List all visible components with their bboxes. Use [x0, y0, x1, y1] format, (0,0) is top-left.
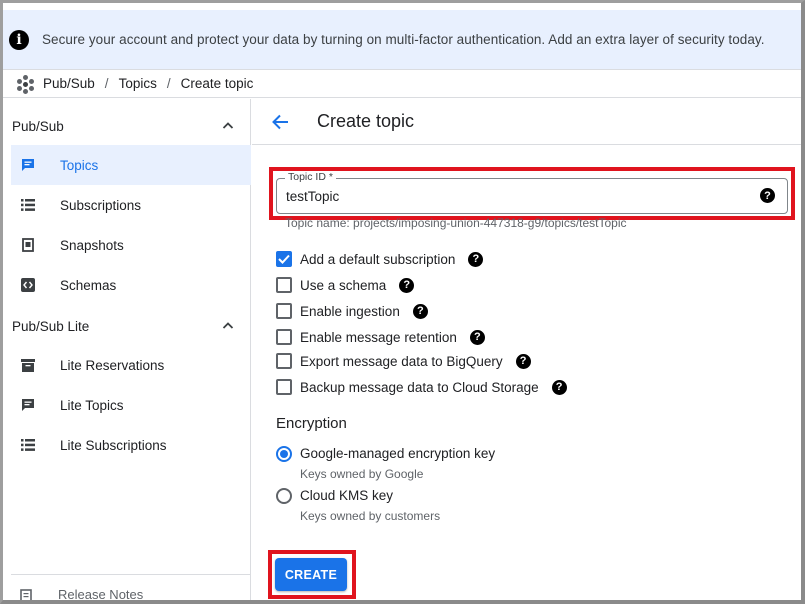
- help-icon[interactable]: ?: [760, 188, 775, 203]
- main-content: Create topic Topic ID * ? Topic name: pr…: [252, 99, 801, 600]
- checkbox-label: Export message data to BigQuery: [300, 353, 503, 369]
- help-icon[interactable]: ?: [412, 303, 428, 319]
- checkbox-use-schema[interactable]: Use a schema ?: [276, 275, 415, 295]
- sidebar-section-title: Pub/Sub Lite: [12, 318, 90, 334]
- reservation-icon: [20, 357, 36, 373]
- checkbox-default-subscription[interactable]: Add a default subscription ?: [276, 249, 484, 269]
- help-icon[interactable]: ?: [515, 353, 531, 369]
- breadcrumb-separator: /: [104, 76, 109, 91]
- checkbox-label: Enable message retention: [300, 329, 457, 345]
- breadcrumb: Pub/Sub / Topics / Create topic: [3, 70, 801, 98]
- sidebar-section-title: Pub/Sub: [12, 118, 64, 134]
- mfa-banner: i Secure your account and protect your d…: [3, 10, 801, 70]
- checkbox-unchecked[interactable]: [276, 379, 292, 395]
- page-title: Create topic: [317, 111, 415, 131]
- create-button[interactable]: CREATE: [275, 558, 347, 591]
- radio-unselected[interactable]: [276, 488, 292, 504]
- checkbox-label: Backup message data to Cloud Storage: [300, 379, 539, 395]
- sidebar-item-lite-subscriptions[interactable]: Lite Subscriptions: [11, 425, 251, 465]
- sidebar-item-topics[interactable]: Topics: [11, 145, 251, 185]
- encryption-heading: Encryption: [276, 415, 347, 432]
- checkbox-unchecked[interactable]: [276, 303, 292, 319]
- checkbox-enable-ingestion[interactable]: Enable ingestion ?: [276, 301, 428, 321]
- sidebar-item-label: Schemas: [60, 277, 117, 293]
- checkbox-label: Enable ingestion: [300, 303, 400, 319]
- sidebar-item-label: Subscriptions: [60, 197, 142, 213]
- checkbox-unchecked[interactable]: [276, 329, 292, 345]
- sidebar-item-snapshots[interactable]: Snapshots: [11, 225, 251, 265]
- sidebar-item-label: Lite Reservations: [60, 357, 165, 373]
- radio-sublabel: Keys owned by Google: [300, 467, 424, 481]
- radio-label: Google-managed encryption key: [300, 446, 496, 461]
- topic-id-field[interactable]: Topic ID * ?: [276, 171, 788, 214]
- sidebar-item-label: Release Notes: [58, 587, 144, 602]
- checkbox-label: Use a schema: [300, 277, 387, 293]
- topic-id-input[interactable]: [286, 186, 746, 206]
- radio-label: Cloud KMS key: [300, 488, 394, 503]
- chevron-up-icon: [222, 322, 234, 329]
- checkbox-message-retention[interactable]: Enable message retention ?: [276, 327, 485, 347]
- list-icon: [20, 197, 36, 213]
- topic-name-hint: Topic name: projects/imposing-union-4473…: [285, 216, 627, 230]
- radio-google-managed-key[interactable]: Google-managed encryption key Keys owned…: [276, 445, 495, 481]
- schema-icon: [20, 277, 36, 293]
- sidebar: Pub/Sub Topics Subscriptions Snapshots S…: [3, 99, 251, 602]
- topic-icon: [20, 157, 36, 173]
- release-notes-icon: [20, 588, 34, 600]
- sidebar-section-pubsub-lite[interactable]: Pub/Sub Lite: [12, 315, 234, 337]
- page-header: Create topic: [252, 99, 801, 145]
- window-frame: i Secure your account and protect your d…: [0, 0, 805, 604]
- checkbox-unchecked[interactable]: [276, 353, 292, 369]
- radio-sublabel: Keys owned by customers: [300, 509, 441, 523]
- sidebar-item-label: Lite Subscriptions: [60, 437, 167, 453]
- topic-icon: [20, 397, 36, 413]
- checkbox-unchecked[interactable]: [276, 277, 292, 293]
- breadcrumb-separator: /: [166, 76, 171, 91]
- banner-message: Secure your account and protect your dat…: [42, 32, 765, 47]
- topic-id-label: Topic ID *: [285, 171, 336, 183]
- checkbox-export-bigquery[interactable]: Export message data to BigQuery ?: [276, 351, 531, 371]
- sidebar-item-lite-reservations[interactable]: Lite Reservations: [11, 345, 251, 385]
- checkbox-label: Add a default subscription: [300, 251, 456, 267]
- sidebar-item-subscriptions[interactable]: Subscriptions: [11, 185, 251, 225]
- pubsub-logo-icon: [17, 74, 35, 94]
- help-icon[interactable]: ?: [399, 277, 415, 293]
- list-icon: [20, 437, 36, 453]
- breadcrumb-topics[interactable]: Topics: [119, 76, 157, 91]
- help-icon[interactable]: ?: [469, 329, 485, 345]
- sidebar-section-pubsub[interactable]: Pub/Sub: [12, 115, 234, 137]
- snapshot-icon: [20, 237, 36, 253]
- sidebar-item-release-notes[interactable]: Release Notes: [11, 574, 251, 602]
- help-icon[interactable]: ?: [551, 379, 567, 395]
- sidebar-item-label: Snapshots: [60, 237, 124, 253]
- checkbox-checked[interactable]: [276, 251, 292, 267]
- checkbox-backup-cloud-storage[interactable]: Backup message data to Cloud Storage ?: [276, 377, 567, 397]
- sidebar-item-lite-topics[interactable]: Lite Topics: [11, 385, 251, 425]
- back-arrow-icon[interactable]: [270, 112, 290, 132]
- radio-selected[interactable]: [276, 446, 292, 462]
- chevron-up-icon: [222, 122, 234, 129]
- sidebar-item-label: Lite Topics: [60, 397, 124, 413]
- sidebar-item-schemas[interactable]: Schemas: [11, 265, 251, 305]
- radio-cloud-kms-key[interactable]: Cloud KMS key Keys owned by customers: [276, 487, 440, 523]
- sidebar-item-label: Topics: [60, 157, 99, 173]
- breadcrumb-pubsub[interactable]: Pub/Sub: [43, 76, 95, 91]
- breadcrumb-create-topic: Create topic: [180, 76, 254, 91]
- info-icon: i: [9, 29, 29, 50]
- help-icon[interactable]: ?: [468, 251, 484, 267]
